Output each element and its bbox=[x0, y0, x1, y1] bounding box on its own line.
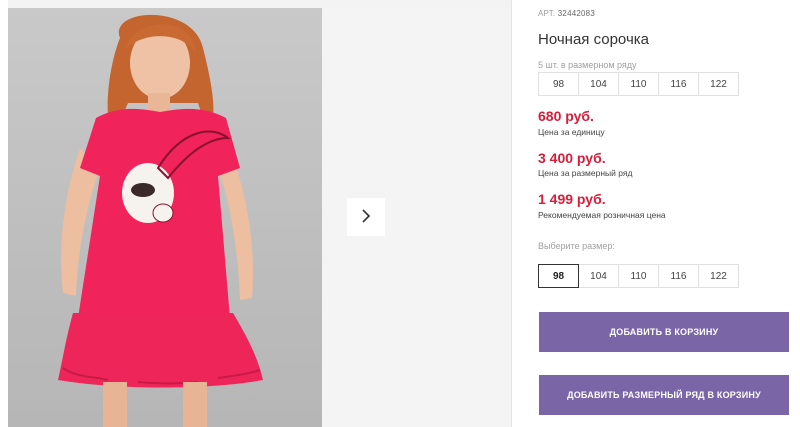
size-range-list: 98 104 110 116 122 bbox=[538, 72, 739, 96]
choose-size-label: Выберите размер: bbox=[538, 241, 615, 251]
unit-price: 680 руб. bbox=[538, 108, 594, 124]
size-option-98[interactable]: 98 bbox=[538, 264, 579, 288]
size-range-item: 122 bbox=[698, 72, 739, 96]
add-to-cart-button[interactable]: Добавить в корзину bbox=[539, 312, 789, 352]
size-range-item: 110 bbox=[618, 72, 659, 96]
range-price: 3 400 руб. bbox=[538, 150, 606, 166]
size-range-item: 104 bbox=[578, 72, 619, 96]
article-label: АРТ. bbox=[538, 9, 556, 18]
girl-in-dress-image bbox=[58, 14, 263, 427]
chevron-right-icon bbox=[360, 208, 372, 227]
size-option-116[interactable]: 116 bbox=[658, 264, 699, 288]
product-photo[interactable] bbox=[8, 8, 322, 427]
size-option-110[interactable]: 110 bbox=[618, 264, 659, 288]
range-price-note: Цена за размерный ряд bbox=[538, 168, 633, 178]
size-range-item: 116 bbox=[658, 72, 699, 96]
product-gallery bbox=[8, 0, 511, 427]
size-option-122[interactable]: 122 bbox=[698, 264, 739, 288]
add-size-range-to-cart-button[interactable]: Добавить размерный ряд в корзину bbox=[539, 375, 789, 415]
size-range-item: 98 bbox=[538, 72, 579, 96]
retail-price-note: Рекомендуемая розничная цена bbox=[538, 210, 666, 220]
gallery-next-button[interactable] bbox=[347, 198, 385, 236]
retail-price: 1 499 руб. bbox=[538, 191, 606, 207]
article-value: 32442083 bbox=[557, 9, 595, 18]
size-selector: 98 104 110 116 122 bbox=[538, 264, 739, 288]
article-number: АРТ. 32442083 bbox=[538, 9, 595, 18]
size-range-label: 5 шт. в размерном ряду bbox=[538, 60, 637, 70]
unit-price-note: Цена за единицу bbox=[538, 127, 605, 137]
vertical-divider bbox=[511, 0, 512, 427]
size-option-104[interactable]: 104 bbox=[578, 264, 619, 288]
product-title: Ночная сорочка bbox=[538, 31, 649, 48]
